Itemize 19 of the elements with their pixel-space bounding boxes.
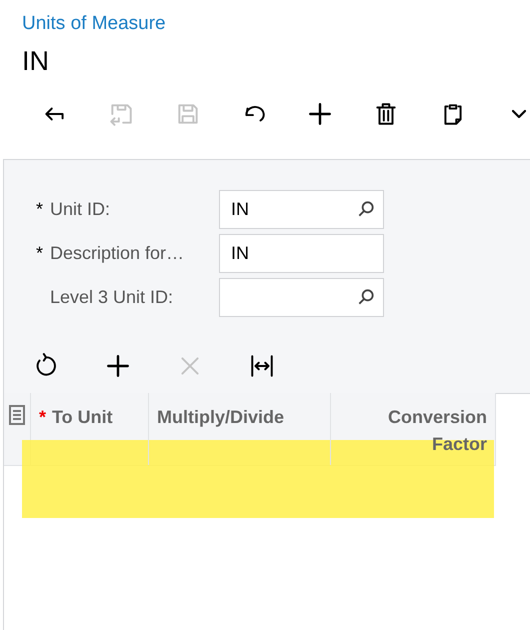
field-label: Level 3 Unit ID: — [50, 286, 174, 308]
field-label: Unit ID: — [50, 198, 112, 220]
fit-columns-icon — [249, 353, 275, 379]
required-mark: * — [39, 407, 46, 427]
page-title: IN — [22, 45, 50, 78]
lookup-field[interactable] — [219, 278, 384, 316]
lookup-field[interactable]: IN — [219, 190, 384, 228]
input-field[interactable]: IN — [219, 234, 384, 272]
row-selector-icon[interactable] — [7, 404, 27, 426]
breadcrumb-link[interactable]: Units of Measure — [22, 12, 530, 36]
required-mark: * — [35, 242, 44, 264]
search-icon — [356, 286, 376, 306]
plus-icon — [105, 353, 131, 379]
field-label: Description for… — [50, 242, 186, 265]
search-icon — [356, 198, 376, 218]
plus-icon — [307, 101, 334, 127]
required-mark: * — [35, 198, 44, 220]
column-title: To Unit — [52, 407, 113, 427]
chevron-down-icon — [512, 109, 526, 119]
